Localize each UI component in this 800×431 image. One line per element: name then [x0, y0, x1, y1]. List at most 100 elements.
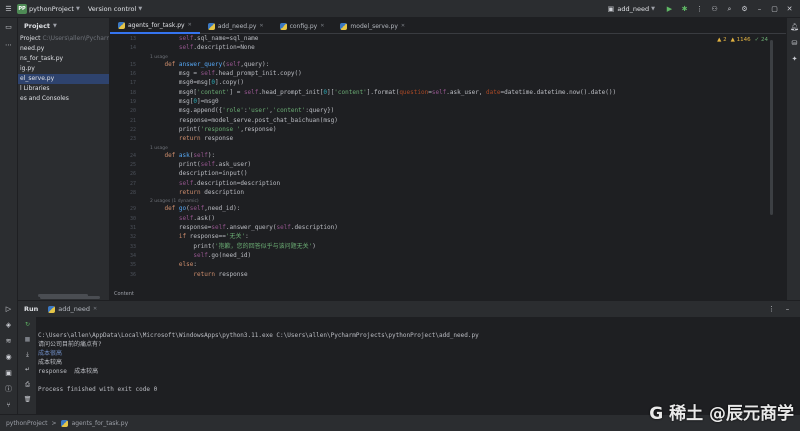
status-project[interactable]: pythonProject	[6, 420, 48, 427]
inspection-widget[interactable]: ▲ 2 ▲ 1146 ✓ 24	[717, 37, 768, 43]
minimize-icon[interactable]: –	[783, 305, 792, 314]
problems-icon[interactable]: ⓘ	[4, 384, 13, 393]
code-line: self.go(need_id)	[193, 251, 252, 259]
ai-assistant-icon[interactable]: ✦	[790, 54, 799, 63]
layers-icon[interactable]: ≋	[4, 336, 13, 345]
run-config-selector[interactable]: ▣ add_need ▼	[602, 5, 659, 14]
editor-tab[interactable]: model_serve.py ✕	[332, 18, 413, 34]
code-line: description=input()	[150, 170, 248, 178]
rerun-icon[interactable]: ↻	[23, 320, 32, 329]
minimize-icon[interactable]: –	[755, 5, 764, 14]
title-bar: ☰ PP pythonProject ▼ Version control ▼ ▣…	[0, 0, 800, 18]
breadcrumb[interactable]: Content	[114, 291, 134, 297]
tree-item[interactable]: l Libraries	[18, 84, 109, 94]
close-icon[interactable]: ✕	[320, 23, 324, 29]
terminal-icon[interactable]: ▣	[4, 368, 13, 377]
editor-tabs: agents_for_task.py ✕ add_need.py ✕ config.py…	[110, 18, 786, 34]
soft-wrap-icon[interactable]: ↵	[23, 365, 32, 374]
python-file-icon	[118, 21, 125, 29]
run-icon[interactable]: ▶	[665, 5, 674, 14]
editor-vertical-scrollbar[interactable]	[770, 40, 773, 215]
tree-item[interactable]: ns_for_task.py	[18, 54, 109, 64]
line-number: 17	[129, 80, 136, 87]
tree-item[interactable]: el_serve.py	[18, 74, 109, 84]
debug-icon[interactable]: ✱	[680, 5, 689, 14]
tree-item-label: need.py	[20, 45, 45, 52]
tree-item[interactable]: ig.py	[18, 64, 109, 74]
code-line: else:	[178, 261, 197, 269]
trash-icon[interactable]: 🗑︎	[23, 395, 32, 404]
warning-count: ▲ 2	[717, 37, 727, 43]
code-line: print(self.ask_user)	[150, 161, 252, 168]
code-line: def ask(self):	[164, 151, 216, 159]
tree-item[interactable]: Project C:\Users\allen\PycharmProjects\p…	[18, 34, 109, 44]
main-menu-icon[interactable]: ☰	[4, 4, 13, 13]
code-line: msg = self.head_prompt_init.copy()	[150, 70, 302, 78]
right-tool-stripe: 🔔︎ ⛁ ✦	[786, 18, 800, 300]
line-number: 14	[129, 45, 136, 52]
project-panel-title: Project	[24, 22, 51, 30]
maximize-icon[interactable]: ▢	[770, 5, 779, 14]
code-line: return response	[193, 270, 248, 278]
run-label[interactable]: Run	[24, 305, 38, 313]
scroll-to-end-icon[interactable]: ⤓	[23, 350, 32, 359]
run-toolbar: ↻ ■ ⤓ ↵ ⎙ 🗑︎	[18, 317, 36, 414]
code-area[interactable]: self.sql_name=sql_name self.description=…	[150, 34, 750, 300]
tree-item[interactable]: need.py	[18, 44, 109, 54]
line-number: 19	[129, 99, 136, 105]
left-tool-stripe: ▭ ⋯ ▷ ◈ ≋ ◉ ▣ ⓘ ⑂	[0, 18, 18, 431]
editor-tab-label: model_serve.py	[350, 22, 398, 30]
tree-item-label: es and Consoles	[20, 95, 69, 102]
more-icon[interactable]: ⋮	[767, 305, 776, 314]
project-panel: Project ▼ Project C:\Users\allen\Pycharm…	[18, 18, 110, 300]
structure-tool-icon[interactable]: ⋯	[4, 40, 13, 49]
project-tool-icon[interactable]: ▭	[4, 22, 13, 31]
close-icon[interactable]: ✕	[259, 23, 263, 29]
services-icon[interactable]: ◉	[4, 352, 13, 361]
status-file[interactable]: agents_for_task.py	[72, 420, 129, 427]
database-icon[interactable]: ⛁	[790, 38, 799, 47]
project-badge: PP	[17, 3, 27, 14]
tree-item-label: ns_for_task.py	[20, 55, 64, 62]
project-switcher[interactable]: PP pythonProject ▼	[13, 3, 84, 14]
code-line: print('response ',response)	[150, 125, 277, 133]
line-gutter: 13 14 15 16 17 18 19 20 21 22 23 24 25 26 27 28 29 30 31 32…	[110, 34, 140, 300]
console-line: C:\Users\allen\AppData\Local\Microsoft\W…	[38, 332, 479, 339]
close-icon[interactable]: ✕	[401, 23, 405, 29]
typo-count: ✓ 24	[754, 37, 768, 43]
close-icon[interactable]: ✕	[93, 306, 97, 312]
tree-item[interactable]: es and Consoles	[18, 94, 109, 104]
code-line: self.sql_name=sql_name	[178, 35, 259, 42]
stop-icon[interactable]: ■	[23, 335, 32, 344]
project-name: pythonProject	[29, 4, 74, 13]
notifications-icon[interactable]: 🔔︎	[790, 22, 799, 31]
run-tool-icon[interactable]: ▷	[4, 304, 13, 313]
editor-tab[interactable]: agents_for_task.py ✕	[110, 18, 200, 34]
git-icon[interactable]: ⑂	[4, 400, 13, 409]
python-packages-icon[interactable]: ◈	[4, 320, 13, 329]
code-line: print('抱歉，您的回答似乎与该问题无关')	[150, 242, 316, 250]
editor-horizontal-scrollbar[interactable]	[40, 296, 100, 299]
close-icon[interactable]: ✕	[188, 22, 192, 28]
line-number: 32	[129, 234, 136, 241]
vcs-menu[interactable]: Version control ▼	[84, 5, 146, 13]
weak-warning-count: ▲ 1146	[730, 37, 751, 43]
editor-tab-label: add_need.py	[217, 22, 257, 30]
close-icon[interactable]: ✕	[785, 5, 794, 14]
code-line: def answer_query(self,query):	[164, 60, 270, 68]
run-tab[interactable]: add_need ✕	[44, 301, 101, 318]
code-editor[interactable]: 13 14 15 16 17 18 19 20 21 22 23 24 25 26 27 28 29 30 31 32…	[110, 34, 786, 300]
add-user-icon[interactable]: ⚇	[710, 5, 719, 14]
line-number: 28	[129, 189, 136, 196]
line-number: 18	[129, 89, 136, 96]
settings-icon[interactable]: ⚙	[740, 5, 749, 14]
print-icon[interactable]: ⎙	[23, 380, 32, 389]
code-line: if response=='无关':	[178, 233, 249, 241]
search-icon[interactable]: ⌕	[725, 5, 734, 14]
editor-tab[interactable]: config.py ✕	[272, 18, 333, 34]
more-icon[interactable]: ⋮	[695, 5, 704, 14]
line-number: 29	[129, 206, 136, 213]
tree-item-label: Project	[20, 35, 41, 42]
editor-tab[interactable]: add_need.py ✕	[200, 18, 272, 34]
chevron-down-icon[interactable]: ▼	[53, 23, 57, 29]
